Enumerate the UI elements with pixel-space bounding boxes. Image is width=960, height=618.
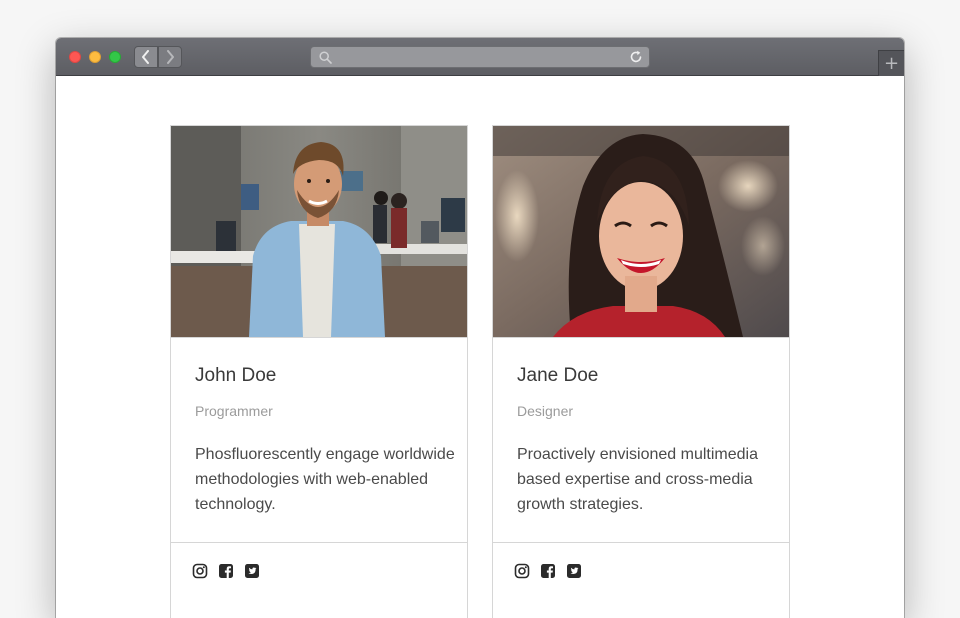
profile-card: Jane Doe Designer Proactively envisioned… bbox=[492, 125, 790, 618]
card-footer bbox=[171, 542, 467, 603]
profile-name: Jane Doe bbox=[517, 365, 599, 386]
reload-icon[interactable] bbox=[629, 50, 643, 64]
browser-toolbar: + bbox=[56, 38, 904, 76]
magnifier-icon bbox=[319, 51, 332, 64]
twitter-icon[interactable] bbox=[566, 563, 582, 579]
profile-description: Proactively envisioned multimedia based … bbox=[517, 446, 758, 513]
profile-name: John Doe bbox=[195, 365, 277, 386]
profile-card: John Doe Programmer Phosfluorescently en… bbox=[170, 125, 468, 618]
profile-role: Designer bbox=[517, 403, 574, 419]
plus-icon: + bbox=[883, 52, 900, 74]
new-tab-button[interactable]: + bbox=[878, 50, 904, 76]
man-in-office-photo bbox=[171, 126, 467, 338]
forward-button[interactable] bbox=[158, 46, 182, 68]
facebook-icon[interactable] bbox=[218, 563, 234, 579]
minimize-window-button[interactable] bbox=[89, 51, 101, 63]
smiling-woman-photo bbox=[493, 126, 789, 338]
twitter-icon[interactable] bbox=[244, 563, 260, 579]
profile-description: Phosfluorescently engage worldwide metho… bbox=[195, 446, 455, 513]
chevron-right-icon bbox=[167, 50, 174, 64]
instagram-icon[interactable] bbox=[192, 563, 208, 579]
browser-window: + John Doe Programmer Phosfluorescently … bbox=[56, 38, 904, 618]
maximize-window-button[interactable] bbox=[109, 51, 121, 63]
page-content: John Doe Programmer Phosfluorescently en… bbox=[56, 76, 904, 618]
facebook-icon[interactable] bbox=[540, 563, 556, 579]
instagram-icon[interactable] bbox=[514, 563, 530, 579]
profile-role: Programmer bbox=[195, 403, 273, 419]
back-button[interactable] bbox=[134, 46, 158, 68]
address-bar[interactable] bbox=[310, 46, 650, 68]
close-window-button[interactable] bbox=[69, 51, 81, 63]
card-footer bbox=[493, 542, 789, 603]
chevron-left-icon bbox=[142, 50, 149, 64]
